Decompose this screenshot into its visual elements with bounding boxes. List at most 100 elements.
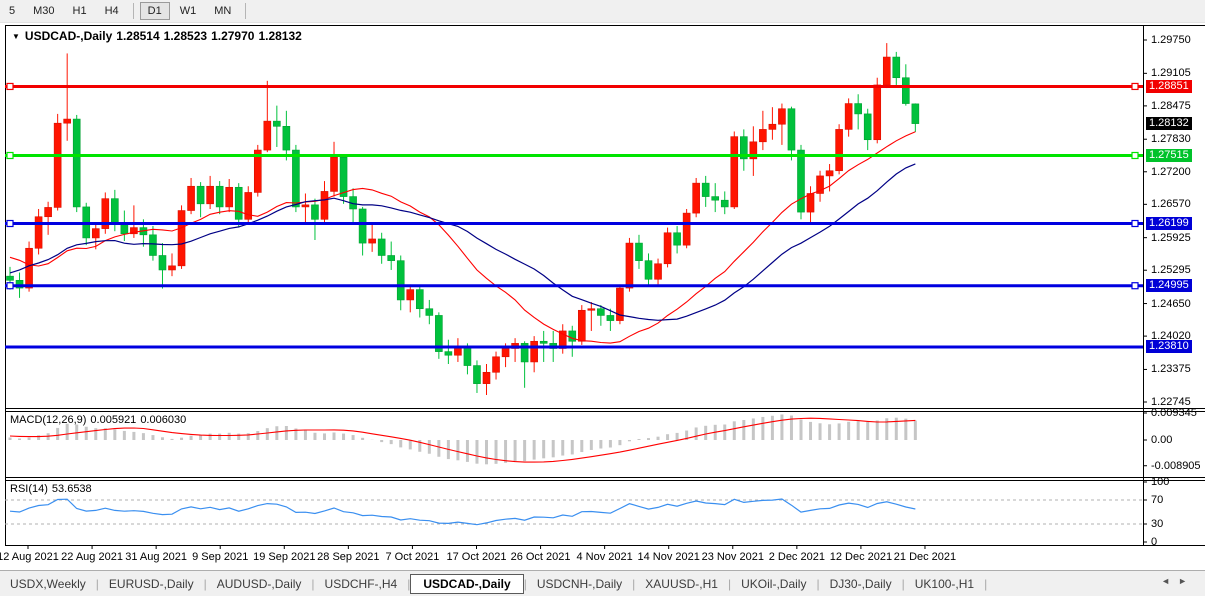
chart-tab-usdcnh-daily[interactable]: USDCNH-,Daily — [527, 574, 632, 594]
support-line-blue-2[interactable] — [5, 282, 1143, 290]
candle — [787, 106, 796, 161]
macd-value-main: 0.005921 — [90, 414, 137, 426]
candle-body — [273, 120, 281, 127]
candle — [692, 177, 700, 218]
toolbar-separator — [132, 3, 134, 19]
candle-body — [663, 232, 672, 265]
candle-body — [768, 123, 777, 130]
candle — [358, 206, 367, 256]
support-line-blue-2-handle[interactable] — [1131, 282, 1139, 290]
resistance-line[interactable] — [5, 82, 1143, 91]
chart-tab-usdx-weekly[interactable]: USDX,Weekly — [0, 574, 96, 594]
candle — [654, 258, 662, 285]
timeframe-button-M30[interactable]: M30 — [25, 2, 62, 20]
candle-body — [406, 289, 415, 301]
resistance-line-handle[interactable] — [6, 82, 14, 91]
candle-body — [120, 224, 129, 235]
candle — [749, 126, 758, 176]
candle-body — [339, 157, 348, 197]
rsi-name: RSI(14) — [10, 483, 48, 495]
candle-body — [492, 356, 500, 373]
chart-canvas[interactable] — [0, 0, 1205, 570]
candle-body — [91, 228, 100, 239]
chart-tab-eurusd-daily[interactable]: EURUSD-,Daily — [99, 574, 204, 594]
timeframe-button-MN[interactable]: MN — [206, 2, 239, 20]
support-line-blue-1-handle[interactable] — [1131, 219, 1139, 228]
candle — [168, 253, 176, 277]
timeframe-button-W1[interactable]: W1 — [172, 2, 205, 20]
support-line-green[interactable] — [5, 151, 1143, 160]
candle-body — [34, 216, 43, 249]
timeframe-button-5[interactable]: 5 — [1, 2, 23, 20]
rsi-line — [9, 498, 916, 526]
chart-tab-bar: USDX,Weekly | EURUSD-,Daily | AUDUSD-,Daily |… — [0, 570, 1205, 596]
chart-tab-audusd-daily[interactable]: AUDUSD-,Daily — [207, 574, 312, 594]
candle-body — [911, 103, 920, 124]
candle-body — [854, 103, 862, 115]
candle — [330, 141, 338, 197]
axis-ticks — [27, 39, 1147, 549]
candle — [320, 181, 329, 225]
candle-body — [568, 330, 577, 342]
candle-body — [539, 340, 548, 344]
chart-tab-usdchf-h4[interactable]: USDCHF-,H4 — [315, 574, 408, 594]
candle-body — [53, 122, 62, 208]
resistance-line-handle[interactable] — [1131, 82, 1139, 91]
candle — [263, 80, 272, 153]
candle — [406, 284, 415, 313]
candle — [63, 53, 71, 141]
candle — [215, 181, 224, 215]
chart-tab-uk100-h1[interactable]: UK100-,H1 — [905, 574, 984, 594]
candle-body — [387, 255, 396, 261]
candle — [778, 103, 786, 145]
tab-scroll-right-icon[interactable]: ► — [1178, 576, 1195, 586]
candle-body — [463, 346, 472, 366]
candle — [311, 198, 319, 240]
candle — [387, 241, 396, 270]
support-line-blue-1[interactable] — [5, 219, 1143, 228]
candle — [577, 305, 586, 345]
candle — [120, 210, 129, 242]
chart-tab-usdcad-daily[interactable]: USDCAD-,Daily — [410, 574, 524, 594]
candle-body — [149, 234, 157, 256]
support-line-blue-2-handle[interactable] — [6, 282, 14, 290]
candle-body — [368, 238, 376, 244]
macd-indicator-label: MACD(12,26,9) 0.005921 0.006030 — [10, 414, 190, 426]
candle — [682, 208, 691, 249]
timeframe-button-D1[interactable]: D1 — [139, 2, 170, 20]
candle-body — [902, 77, 910, 104]
candle-body — [873, 84, 882, 141]
macd-value-signal: 0.006030 — [140, 414, 187, 426]
support-line-blue-1-handle[interactable] — [6, 219, 14, 228]
candle — [482, 364, 491, 396]
chart-tab-dj30-daily[interactable]: DJ30-,Daily — [820, 574, 902, 594]
ma-slow-line — [9, 163, 916, 321]
macd-name: MACD(12,26,9) — [10, 414, 87, 426]
candle-body — [25, 247, 33, 289]
candle-body — [806, 193, 815, 213]
candle-body — [358, 208, 367, 244]
candle-body — [330, 157, 338, 192]
support-line-green-handle[interactable] — [6, 151, 14, 160]
timeframe-button-H1[interactable]: H1 — [65, 2, 95, 20]
candle — [444, 339, 453, 365]
timeframe-button-H4[interactable]: H4 — [97, 2, 127, 20]
ohlc-close: 1.28132 — [258, 29, 302, 43]
chart-tab-ukoil-daily[interactable]: UKOil-,Daily — [731, 574, 816, 594]
candle — [663, 227, 672, 268]
tab-scroll-left-icon[interactable]: ◄ — [1161, 576, 1178, 586]
candle — [339, 155, 348, 204]
timeframe-toolbar: 5 M30 H1 H4 D1 W1 MN — [0, 0, 1205, 23]
candle — [101, 192, 110, 234]
ma-fast-line — [9, 131, 916, 344]
candle-body — [234, 186, 243, 220]
candle — [806, 186, 815, 223]
candle — [711, 183, 720, 213]
support-line-green-handle[interactable] — [1131, 151, 1139, 160]
candle-body — [635, 242, 643, 261]
candle-body — [644, 260, 653, 280]
candle — [473, 360, 481, 393]
chart-tab-xauusd-h1[interactable]: XAUUSD-,H1 — [635, 574, 728, 594]
candle-body — [225, 186, 233, 208]
ohlc-low: 1.27970 — [211, 29, 255, 43]
